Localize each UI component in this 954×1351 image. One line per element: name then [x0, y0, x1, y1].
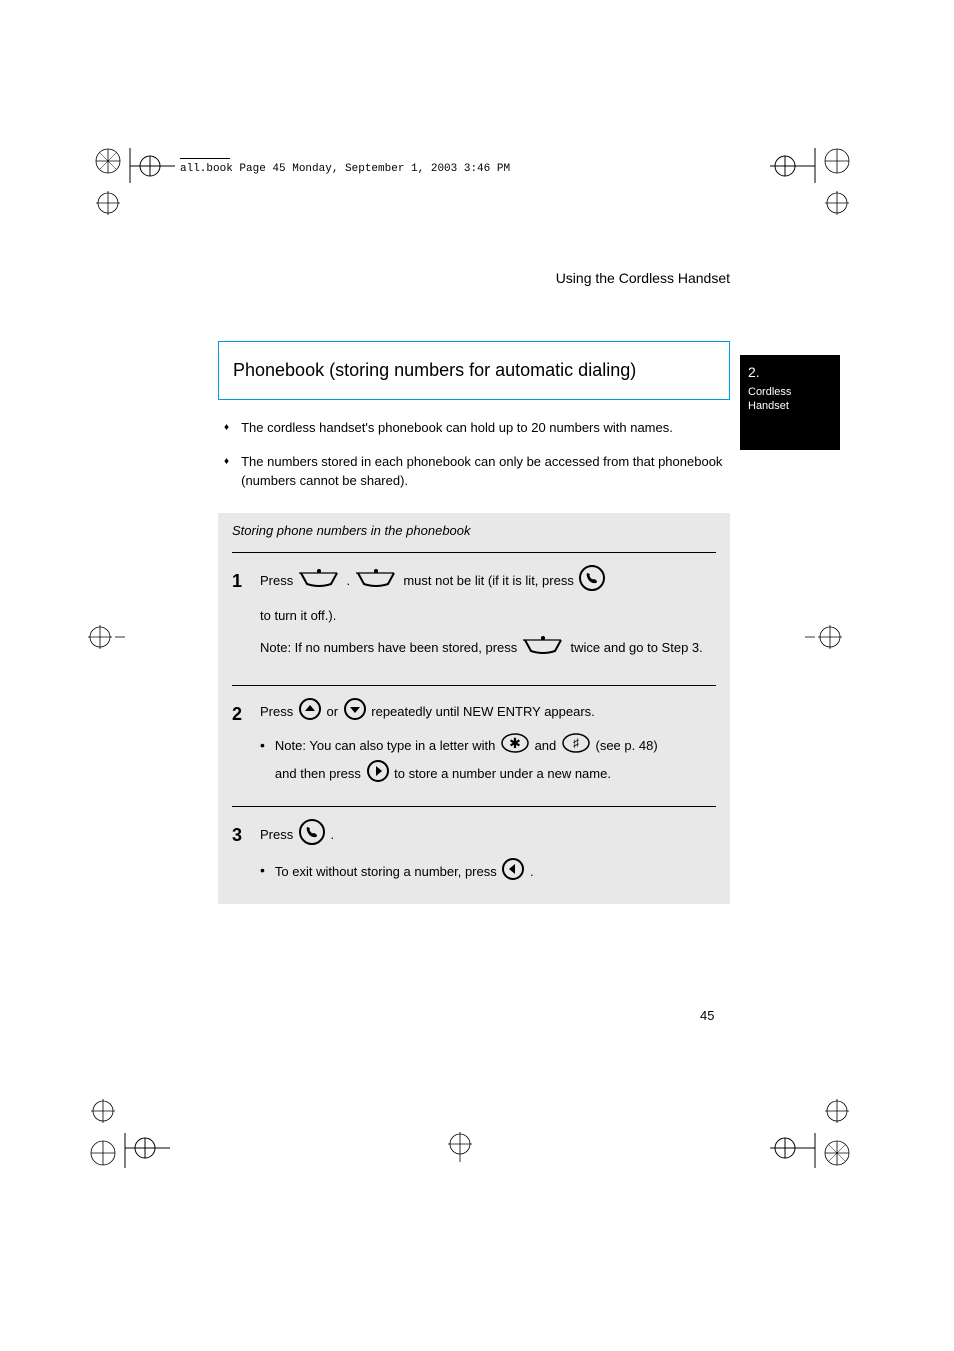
step-number: 2 [232, 698, 250, 730]
phonebook-icon [523, 635, 565, 662]
file-header: all.book Page 45 Monday, September 1, 20… [180, 163, 510, 175]
crop-mark-tl [95, 148, 175, 218]
bullet-text-2: The numbers stored in each phonebook can… [241, 452, 730, 491]
section-title: Phonebook (storing numbers for automatic… [233, 360, 715, 381]
hash-key-icon: ♯ [562, 733, 590, 760]
talk-icon [579, 565, 605, 598]
sub-bullet-marker: • [260, 858, 265, 887]
bullet-item-2: ♦ The numbers stored in each phonebook c… [218, 452, 730, 491]
running-header: Using the Cordless Handset [218, 270, 730, 286]
crop-mark-bl [90, 1098, 170, 1168]
phonebook-icon [356, 568, 398, 595]
instruction-title: Storing phone numbers in the phonebook [218, 513, 730, 552]
bullet-item-1: ♦ The cordless handset's phonebook can h… [218, 418, 730, 438]
talk-icon [299, 819, 325, 852]
svg-text:✱: ✱ [509, 735, 521, 751]
crop-mark-tr [760, 148, 850, 218]
crop-mark-bc [440, 1132, 480, 1162]
up-arrow-icon [299, 698, 321, 727]
phonebook-icon [299, 568, 341, 595]
side-tab-number: 2. [748, 363, 832, 381]
step-1: 1 Press . must not be lit (if it is lit,… [218, 553, 730, 685]
bullet-text-1: The cordless handset's phonebook can hol… [241, 418, 673, 438]
left-arrow-icon [502, 858, 524, 887]
page-number: 45 [700, 1008, 714, 1023]
step-number: 3 [232, 819, 250, 851]
sub-bullet-marker: • [260, 733, 265, 790]
crop-mark-br [760, 1098, 850, 1168]
side-tab-text: Cordless Handset [748, 386, 791, 412]
step-2: 2 Press or repeatedly until NEW ENTRY ap… [218, 686, 730, 806]
section-title-box: Phonebook (storing numbers for automatic… [218, 341, 730, 400]
star-key-icon: ✱ [501, 733, 529, 760]
right-arrow-icon [367, 760, 389, 789]
side-tab: 2. Cordless Handset [740, 355, 840, 450]
step-number: 1 [232, 565, 250, 597]
bullet-marker: ♦ [224, 454, 229, 491]
crop-mark-mr [805, 622, 845, 652]
down-arrow-icon [344, 698, 366, 727]
bullet-marker: ♦ [224, 420, 229, 438]
header-overline [180, 158, 230, 159]
svg-text:♯: ♯ [573, 736, 579, 750]
instruction-panel: Storing phone numbers in the phonebook 1… [218, 513, 730, 904]
step-3: 3 Press . • To exit without storing a nu… [218, 807, 730, 904]
crop-mark-ml [85, 622, 125, 652]
